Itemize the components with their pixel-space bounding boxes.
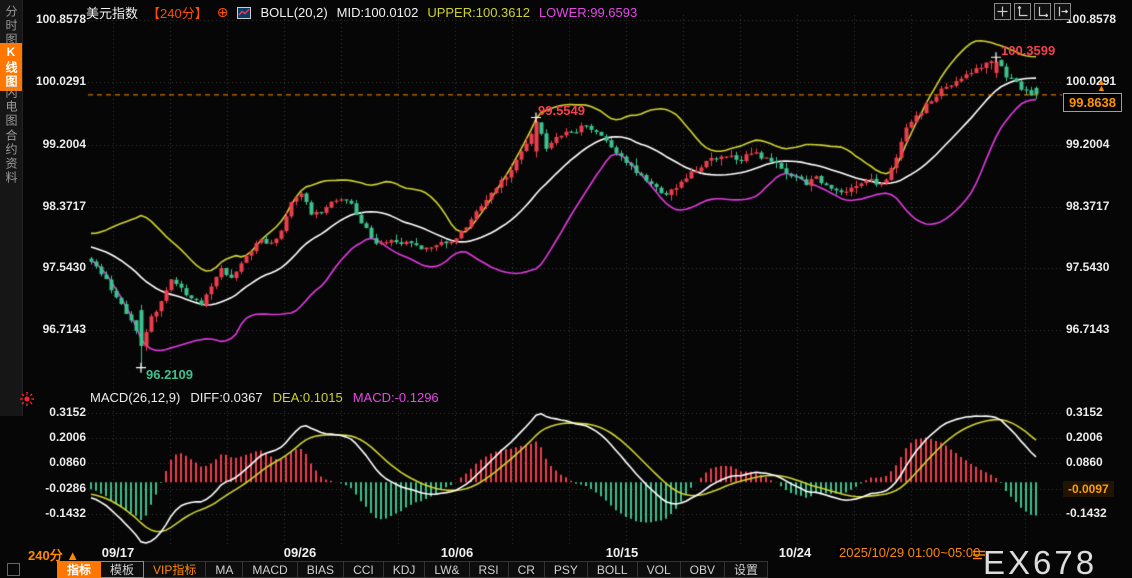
- toolbar-button-indicator[interactable]: 指标: [57, 561, 102, 578]
- toolbar-button-vol[interactable]: VOL: [637, 561, 681, 578]
- toolbar-button-cci[interactable]: CCI: [344, 561, 384, 578]
- axis-shift-icon[interactable]: [1054, 3, 1071, 20]
- high-price-annotation: 100.3599: [1001, 43, 1056, 58]
- toolbar-button-bias[interactable]: BIAS: [297, 561, 345, 578]
- macd-axis-label: 0.3152: [1066, 405, 1103, 419]
- chart-header: 美元指数 【240分】 ⊕ BOLL(20,2) MID:100.0102 UP…: [86, 3, 637, 22]
- time-tick: 10/15: [605, 545, 639, 560]
- sidebar-tab-contract-info[interactable]: 合约资料: [0, 127, 22, 187]
- macd-hist-value: MACD:-0.1296: [352, 390, 439, 405]
- kline-chart-app: 分时图 K线图 闪电图 合约资料 美元指数 【240分】 ⊕ BOLL(20,2…: [0, 0, 1132, 578]
- price-axis-label: 99.2004: [1066, 137, 1110, 151]
- toolbar-button-cr[interactable]: CR: [508, 561, 545, 578]
- toolbar-button-macd[interactable]: MACD: [243, 561, 298, 578]
- watermark: EX678: [983, 544, 1098, 578]
- price-axis-label: 96.7143: [1066, 322, 1110, 336]
- yaxis-zoom-icon[interactable]: [1014, 3, 1031, 20]
- macd-value-badge: -0.0097: [1063, 481, 1114, 497]
- toolbar-button-lw[interactable]: LW&: [425, 561, 470, 578]
- time-tick: 09/17: [101, 545, 135, 560]
- macd-title: MACD(26,12,9): [90, 390, 181, 405]
- price-axis-label: 100.8578: [35, 12, 86, 26]
- chart-tool-icons: [994, 3, 1071, 20]
- price-axis-label: 99.2004: [42, 137, 86, 151]
- xaxis-zoom-icon[interactable]: [1034, 3, 1051, 20]
- symbol-name: 美元指数: [86, 6, 139, 21]
- macd-header: MACD(26,12,9) DIFF:0.0367 DEA:0.1015 MAC…: [90, 390, 439, 405]
- macd-axis-label: -0.1432: [1066, 506, 1107, 520]
- sidebar-tab-lightning[interactable]: 闪电图: [0, 84, 22, 130]
- spike-price-annotation: 99.5549: [538, 103, 585, 118]
- time-tick: 09/26: [283, 545, 317, 560]
- price-axis-label: 97.5430: [1066, 260, 1110, 274]
- macd-axis-label: 0.3152: [49, 405, 86, 419]
- indicator-toolbar: 指标 模板 VIP指标 MA MACD BIAS CCI KDJ LW& RSI…: [57, 561, 768, 578]
- price-axis-label: 98.3717: [42, 199, 86, 213]
- toolbar-button-template[interactable]: 模板: [101, 561, 145, 578]
- time-tick: 10/06: [440, 545, 474, 560]
- macd-axis-label: 0.2006: [49, 430, 86, 444]
- toolbar-button-boll[interactable]: BOLL: [587, 561, 638, 578]
- macd-diff-value: DIFF:0.0367: [190, 390, 263, 405]
- toolbar-button-settings[interactable]: 设置: [724, 561, 768, 578]
- price-up-arrows-icon: ▲ ▲: [1097, 77, 1106, 93]
- low-price-annotation: 96.2109: [146, 367, 193, 382]
- price-axis-label: 100.0291: [35, 74, 86, 88]
- toolbar-button-psy[interactable]: PSY: [544, 561, 588, 578]
- macd-dea-value: DEA:0.1015: [272, 390, 343, 405]
- boll-label: BOLL(20,2): [260, 5, 328, 20]
- macd-axis-label: 0.0860: [49, 455, 86, 469]
- boll-lower: LOWER:99.6593: [538, 5, 638, 20]
- macd-axis-label: 0.2006: [1066, 430, 1103, 444]
- chart-canvas[interactable]: [0, 0, 1132, 578]
- corner-box[interactable]: [7, 563, 20, 576]
- circle-plus-icon[interactable]: ⊕: [217, 5, 229, 19]
- mini-chart-icon[interactable]: [237, 6, 252, 19]
- toolbar-button-kdj[interactable]: KDJ: [383, 561, 426, 578]
- toolbar-button-ma[interactable]: MA: [206, 561, 244, 578]
- period-label[interactable]: 【240分】: [147, 3, 208, 22]
- toolbar-button-obv[interactable]: OBV: [680, 561, 725, 578]
- boll-mid: MID:100.0102: [336, 5, 419, 20]
- pan-icon[interactable]: [994, 3, 1011, 20]
- current-bar-time-range: 2025/10/29 01:00~05:00: [836, 545, 984, 560]
- macd-axis-label: -0.1432: [45, 506, 86, 520]
- hot-point-icon[interactable]: [19, 391, 35, 407]
- toolbar-button-vip[interactable]: VIP指标: [144, 561, 207, 578]
- price-axis-label: 100.0291: [1066, 74, 1117, 88]
- price-axis-label: 98.3717: [1066, 199, 1110, 213]
- price-axis-label: 100.8578: [1066, 12, 1117, 26]
- boll-upper: UPPER:100.3612: [427, 5, 530, 20]
- sidebar: 分时图 K线图 闪电图 合约资料: [0, 0, 23, 416]
- price-axis-label: 96.7143: [42, 322, 86, 336]
- toolbar-button-rsi[interactable]: RSI: [469, 561, 509, 578]
- last-price-badge: 99.8638: [1063, 93, 1122, 112]
- time-tick: 10/24: [778, 545, 812, 560]
- macd-axis-label: 0.0860: [1066, 455, 1103, 469]
- macd-axis-label: -0.0286: [45, 481, 86, 495]
- price-axis-label: 97.5430: [42, 260, 86, 274]
- menu-list-icon[interactable]: [973, 547, 985, 565]
